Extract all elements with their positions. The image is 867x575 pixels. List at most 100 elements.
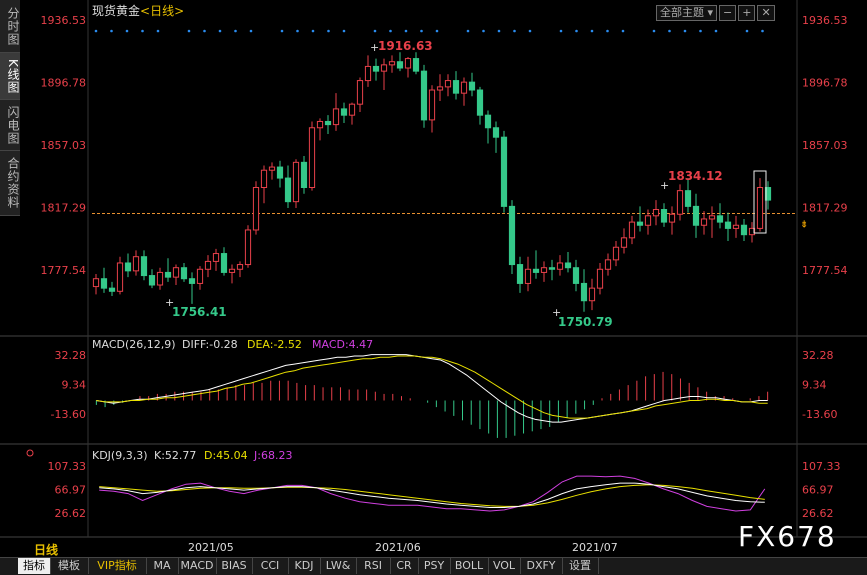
indicator-tab-7[interactable]: KDJ [288,558,321,574]
kdj-settings-icon [26,449,34,457]
indicator-tab-4[interactable]: MACD [178,558,217,574]
price-tick-left: 1857.03 [41,139,87,152]
candle-body [516,264,524,284]
indicator-tab-15[interactable]: 设置 [562,558,599,574]
price-tick-right: 1817.29 [802,201,848,214]
candle-body [212,253,220,262]
price-tick-right: 1777.54 [802,264,848,277]
candle-body [404,58,412,69]
marker-dot [94,29,98,33]
candle-body [588,287,596,302]
candle-body [236,264,244,270]
price-tick-right: 1896.78 [802,77,848,90]
price-tick-left: 1896.78 [41,77,87,90]
indicator-tab-13[interactable]: VOL [488,558,521,574]
candle-body [556,262,564,270]
chart-canvas[interactable]: 1936.53 1936.53 1896.78 1896.78 1857.03 1857.… [0,0,867,574]
macd-dea-line [96,355,768,419]
candle-body [348,103,356,116]
candle-body [220,253,228,273]
candle-body [660,209,668,223]
candle-body [268,166,276,171]
marker-dot [218,29,222,33]
candle-body [380,64,388,72]
marker-dot [110,29,113,33]
candle-body [148,275,156,286]
candle-body [484,114,492,129]
indicator-tab-2[interactable]: VIP指标 [88,558,147,574]
chart-window: { "side_tabs": ["分时图","K线图","闪电图","合约资料"… [0,0,867,575]
indicator-tab-11[interactable]: PSY [418,558,451,574]
indicator-tab-3[interactable]: MA [146,558,179,574]
candle-body [372,65,380,72]
marker-dot [280,29,284,33]
kdj-k: K:52.77 [154,449,196,462]
candle-body [612,246,620,261]
candle-body [676,190,684,215]
marker-dot [668,29,671,33]
marker-dot [203,29,206,33]
candle-body [284,177,292,203]
marker-dot [513,29,516,33]
indicator-tab-9[interactable]: RSI [356,558,391,574]
marker-icon: + [552,306,561,319]
candle-body [708,215,716,220]
candle-body [252,187,260,231]
candle-body [436,86,444,91]
candle-body [620,237,628,248]
marker-dot [404,29,408,33]
price-annotation-low2: 1750.79 [558,315,613,329]
indicator-tab-0[interactable]: 指标 [18,558,51,574]
candle-body [324,120,332,126]
indicator-tab-1[interactable]: 模板 [50,558,89,574]
marker-dot [327,29,330,33]
candle-body [540,267,548,273]
candle-body [636,221,644,226]
marker-dot [606,29,609,33]
indicator-tab-5[interactable]: BIAS [216,558,253,574]
candle-body [300,161,308,189]
kdj-label: KDJ(9,3,3) [92,449,148,462]
candle-body [388,61,396,66]
indicator-tab-6[interactable]: CCI [252,558,289,574]
indicator-tab-10[interactable]: CR [390,558,419,574]
period-label[interactable]: 日线 [34,541,58,558]
candle-body [604,259,612,270]
macd-dea: DEA:-2.52 [247,338,302,351]
price-tick-left: 1936.53 [41,14,87,27]
candle-body [108,287,116,292]
marker-icon: + [165,296,174,309]
candle-body [756,187,764,229]
price-tick-left: 1817.29 [41,201,87,214]
macd-tick-right: 32.28 [802,349,834,362]
candle-body [100,278,108,289]
kdj-k-line [99,482,765,508]
marker-dot [420,29,423,33]
price-annotation-high: 1916.63 [378,39,433,53]
marker-dot [497,29,501,33]
candle-body [628,221,636,239]
marker-dot [311,29,315,33]
candle-body [452,80,460,94]
marker-dot [296,29,299,33]
kdj-tick-right: 66.97 [802,484,834,497]
candle-body [132,256,140,272]
candle-body [548,267,556,270]
kdj-tick-left: 107.33 [48,460,87,473]
indicator-tab-14[interactable]: DXFY [520,558,563,574]
indicator-tab-8[interactable]: LW& [320,558,357,574]
candle-body [196,268,204,284]
marker-dot [466,29,470,33]
marker-dot [373,29,377,33]
candle-body [124,262,132,272]
macd-tick-right: -13.60 [802,408,837,421]
indicator-tab-12[interactable]: BOLL [450,558,489,574]
marker-dot [761,29,764,33]
watermark: FX678 [738,520,837,553]
candle-body [596,268,604,289]
candle-body [156,271,164,286]
candle-body [396,61,404,69]
marker-icon: + [370,41,379,54]
marker-icon: + [660,179,669,192]
candle-body [92,278,100,288]
